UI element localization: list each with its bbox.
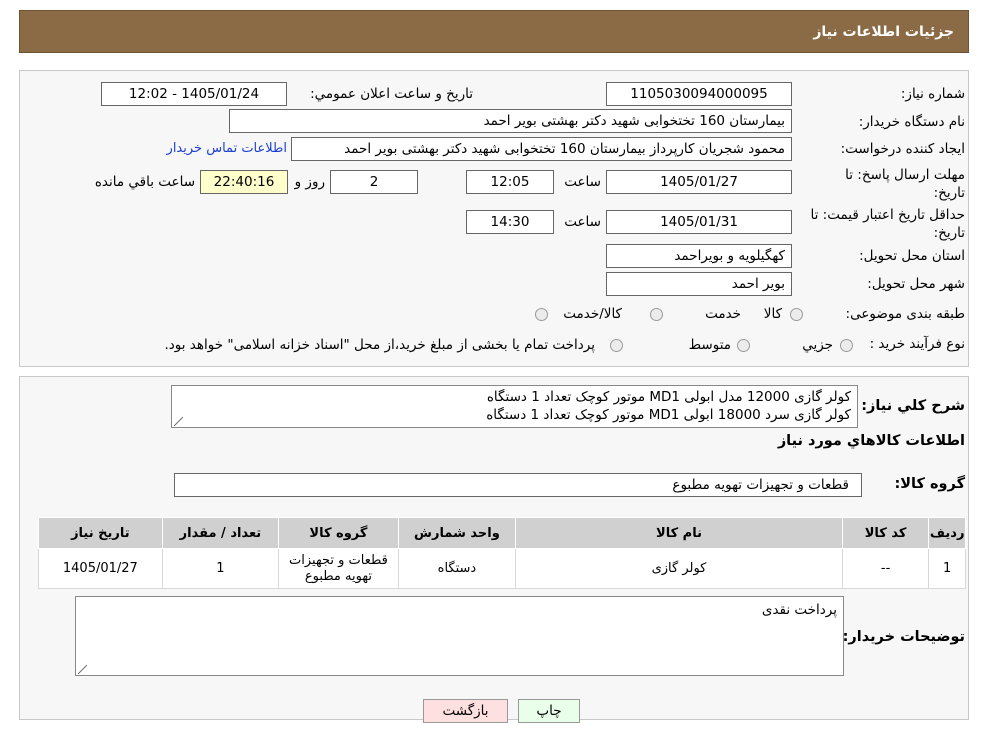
cell-group: قطعات و تجهیزات تهویه مطبوع (278, 548, 399, 589)
buyer-notes-text: پرداخت نقدی (761, 602, 837, 618)
cell-name: کولر گازی (515, 548, 843, 589)
process-label: نوع فرآيند خريد : (869, 336, 965, 352)
announce-datetime-field: 1405/01/24 - 12:02 (101, 82, 287, 106)
cell-date: 1405/01/27 (38, 548, 163, 589)
col-date-header: تاريخ نياز (38, 517, 163, 549)
process-option-minor: جزيي (802, 337, 833, 353)
description-textarea[interactable]: کولر گازی 12000 مدل ابولی MD1 موتور کوچک… (171, 385, 858, 428)
goods-group-field: قطعات و تجهیزات تهویه مطبوع (174, 473, 862, 497)
need-number-label: شماره نیاز: (900, 86, 965, 102)
category-radio-service[interactable] (650, 308, 663, 321)
process-radio-medium[interactable] (737, 339, 750, 352)
remaining-label: ساعت باقي مانده (94, 174, 195, 190)
category-radio-goods[interactable] (790, 308, 803, 321)
page-header: جزئیات اطلاعات نیاز (19, 10, 969, 53)
buyer-notes-label: توضيحات خريدار: (842, 629, 965, 645)
col-name-header: نام کالا (515, 517, 843, 549)
table-row: 1 -- کولر گازی دستگاه قطعات و تجهیزات ته… (38, 548, 966, 589)
process-note: پرداخت تمام يا بخشی از مبلغ خريد،از محل … (164, 337, 595, 353)
category-label: طبقه بندی موضوعی: (845, 306, 965, 322)
page-title: جزئیات اطلاعات نیاز (813, 24, 954, 40)
province-label: استان محل تحويل: (859, 248, 965, 264)
back-button[interactable]: بازگشت (423, 699, 508, 723)
price-validity-time-field: 14:30 (466, 210, 554, 234)
need-number-field: 1105030094000095 (606, 82, 792, 106)
process-option-medium: متوسط (688, 337, 731, 353)
cell-qty: 1 (161, 548, 280, 589)
category-option-goods-service: کالا/خدمت (563, 306, 622, 322)
deadline-time-field: 12:05 (466, 170, 554, 194)
col-unit-header: واحد شمارش (397, 517, 517, 549)
price-validity-date-field: 1405/01/31 (606, 210, 792, 234)
goods-group-label: گروه كالا: (894, 476, 965, 492)
print-button[interactable]: چاپ (518, 699, 580, 723)
col-group-header: گروه کالا (278, 517, 399, 549)
province-field: کهگیلویه و بویراحمد (606, 244, 792, 268)
deadline-label: مهلت ارسال پاسخ: تا تاريخ: (845, 167, 965, 201)
category-option-service: خدمت (705, 306, 741, 322)
goods-section-title: اطلاعات كالاهاي مورد نياز (777, 433, 965, 449)
description-line-1: کولر گازی 12000 مدل ابولی MD1 موتور کوچک… (486, 389, 851, 405)
city-label: شهر محل تحويل: (867, 276, 965, 292)
remaining-time-field: 22:40:16 (200, 170, 288, 194)
remaining-days-field: 2 (330, 170, 418, 194)
goods-table-header: رديف کد کالا نام کالا واحد شمارش گروه کا… (38, 517, 966, 549)
deadline-time-label: ساعت (564, 174, 601, 190)
buyer-notes-textarea[interactable]: پرداخت نقدی (75, 596, 844, 676)
announce-label: تاریخ و ساعت اعلان عمومي: (310, 86, 473, 102)
requester-label: ايجاد کننده درخواست: (840, 141, 965, 157)
col-index-header: رديف (928, 517, 966, 549)
buyer-org-field: بیمارستان 160 تختخوابی شهید دکتر بهشتی ب… (229, 109, 792, 133)
requester-field: محمود شجریان کارپرداز بیمارستان 160 تختخ… (291, 137, 792, 161)
resize-grip-icon[interactable] (174, 417, 183, 426)
deadline-date-field: 1405/01/27 (606, 170, 792, 194)
resize-grip-icon[interactable] (78, 665, 87, 674)
description-label: شرح كلي نياز: (861, 398, 965, 414)
cell-unit: دستگاه (397, 548, 517, 589)
category-radio-goods-service[interactable] (535, 308, 548, 321)
buyer-contact-link[interactable]: اطلاعات تماس خريدار (167, 141, 287, 156)
cell-code: -- (841, 548, 930, 589)
col-code-header: کد کالا (841, 517, 930, 549)
price-validity-label: حداقل تاريخ اعتبار قيمت: تا تاريخ: (810, 207, 965, 241)
process-radio-treasury[interactable] (610, 339, 623, 352)
city-field: بویر احمد (606, 272, 792, 296)
col-qty-header: تعداد / مقدار (161, 517, 280, 549)
description-line-2: کولر گازی سرد 18000 ابولی MD1 موتور کوچک… (486, 407, 851, 423)
days-label: روز و (294, 174, 325, 190)
process-radio-minor[interactable] (840, 339, 853, 352)
category-option-goods: کالا (763, 306, 782, 322)
cell-index: 1 (928, 548, 966, 589)
price-validity-time-label: ساعت (564, 214, 601, 230)
goods-table: رديف کد کالا نام کالا واحد شمارش گروه کا… (38, 517, 966, 589)
buyer-org-label: نام دستگاه خريدار: (858, 114, 965, 130)
